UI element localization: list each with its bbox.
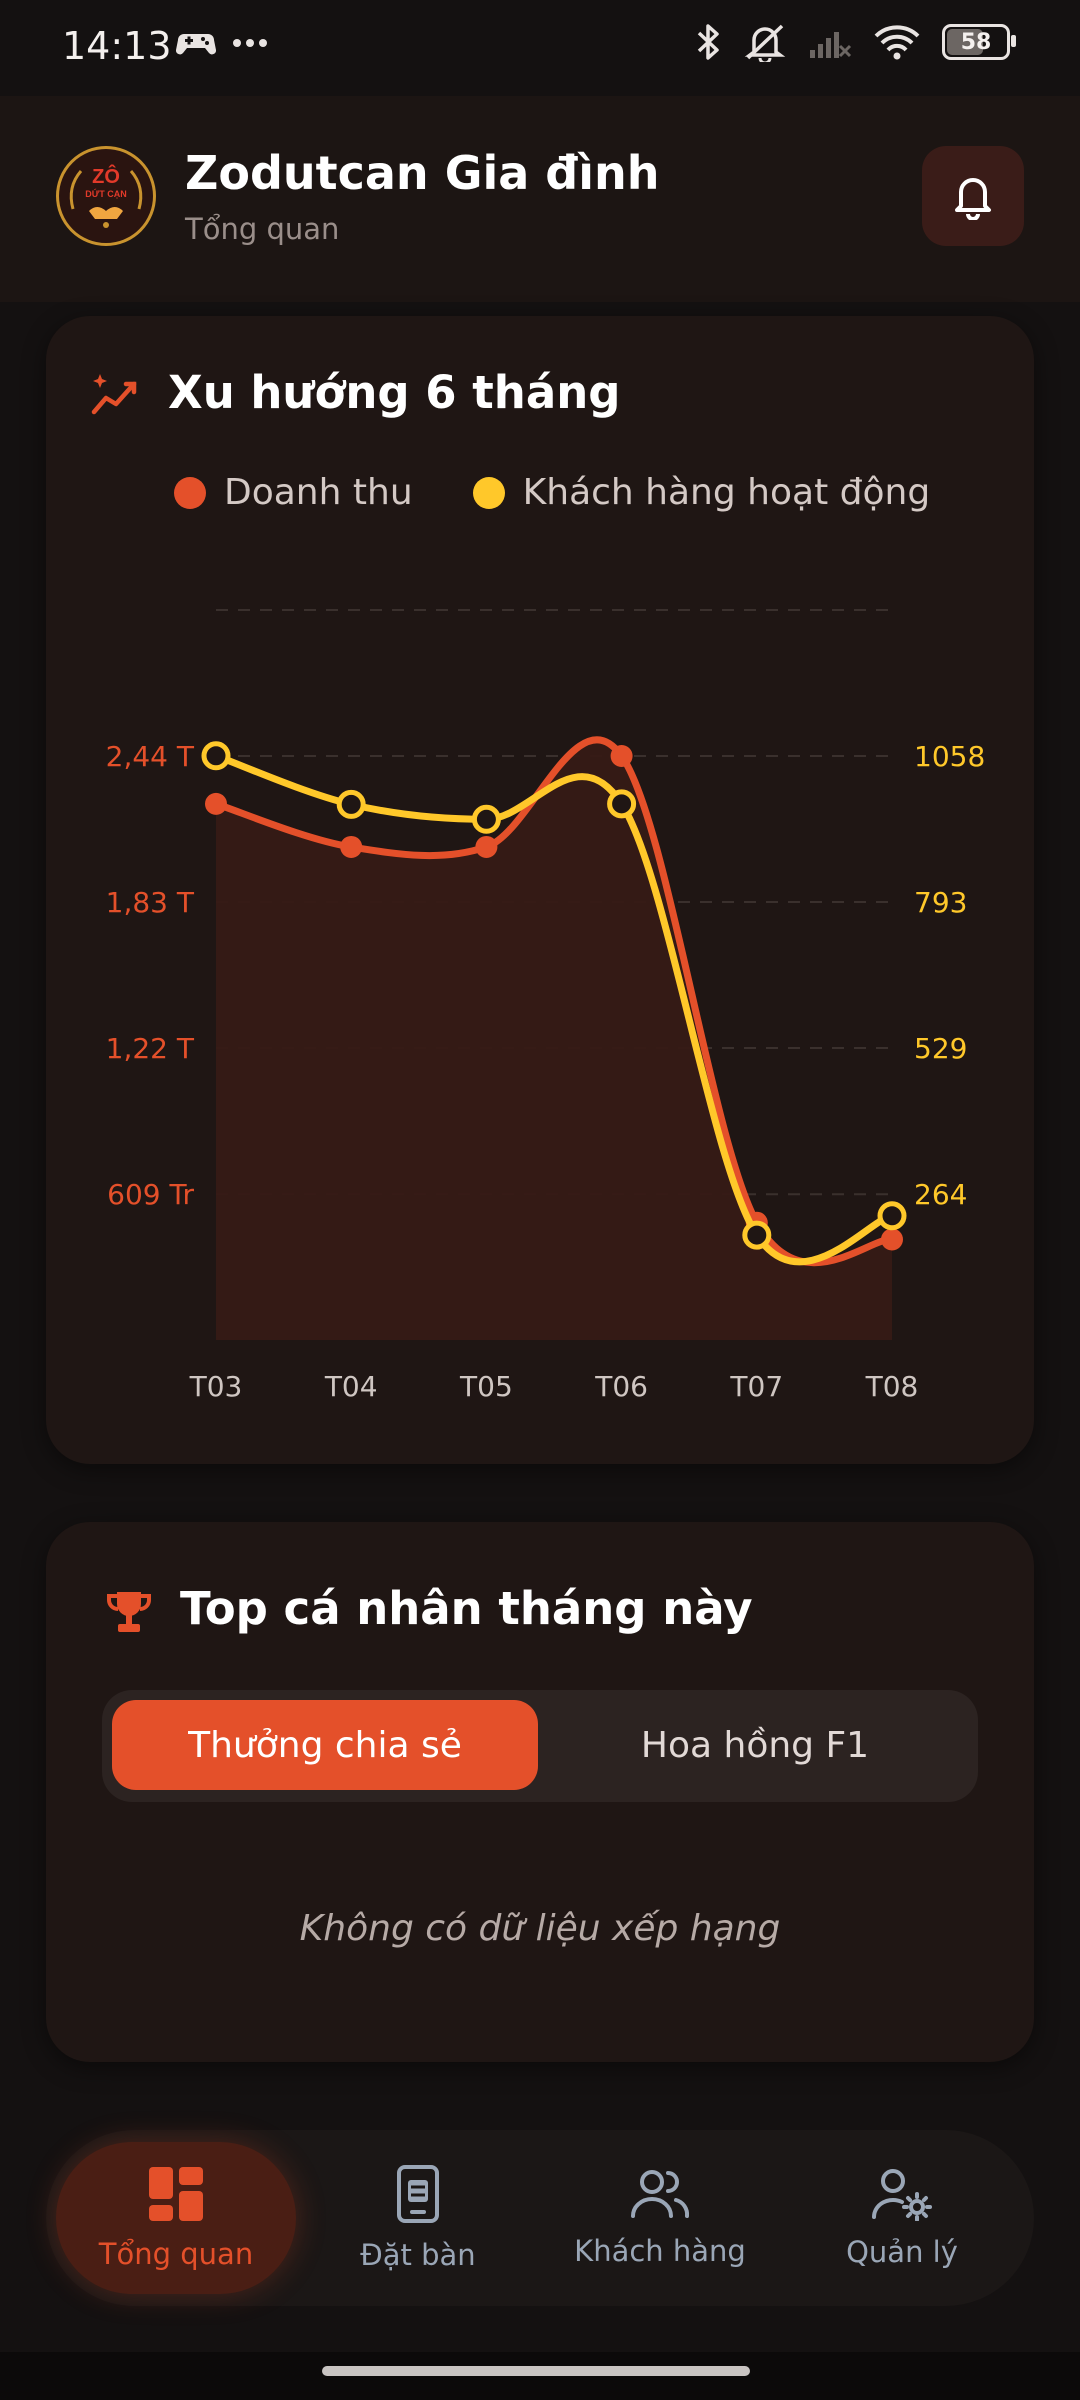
logo-text-top: ZÔ <box>92 164 120 188</box>
tab-share-bonus[interactable]: Thưởng chia sẻ <box>112 1700 538 1790</box>
wifi-icon <box>874 25 920 60</box>
active-customers-point <box>742 1220 772 1250</box>
system-nav-bar <box>0 2352 1080 2400</box>
active-customers-point <box>607 789 637 819</box>
revenue-area <box>216 739 892 1340</box>
notification-button[interactable] <box>922 146 1024 246</box>
nav-item-management[interactable]: Quản lý <box>782 2142 1022 2294</box>
status-time: 14:13 <box>62 24 172 68</box>
customers-icon <box>631 2170 690 2218</box>
trophy-icon <box>107 1592 151 1632</box>
revenue-point <box>610 745 633 767</box>
ranking-tab-switch: Thưởng chia sẻ Hoa hồng F1 <box>102 1690 978 1802</box>
battery-icon: 58 <box>942 24 1016 60</box>
y-right-tick-label: 529 <box>914 1032 967 1065</box>
home-indicator[interactable] <box>322 2366 750 2376</box>
nav-item-customers[interactable]: Khách hàng <box>540 2142 780 2294</box>
x-tick-label: T06 <box>594 1370 648 1403</box>
bluetooth-icon <box>697 24 719 60</box>
status-bar: 14:13 58 <box>0 0 1080 96</box>
active-customers-point <box>336 789 366 819</box>
x-tick-label: T03 <box>189 1370 243 1403</box>
active-customers-point <box>877 1201 907 1231</box>
nav-label-management: Quản lý <box>846 2235 958 2269</box>
empty-ranking-message: Không có dữ liệu xếp hạng <box>299 1908 781 1949</box>
trend-chart: 609 Tr 1,22 T 1,83 T 2,44 T 264 529 793 1058 T03… <box>106 609 985 1403</box>
table-booking-icon <box>397 2165 439 2223</box>
bottom-navigation: Tổng quan Đặt bàn Khách hàng Quản lý <box>46 2130 1034 2306</box>
user-settings-icon <box>871 2169 932 2221</box>
active-customers-point <box>201 741 231 771</box>
y-left-tick-label: 1,83 T <box>106 886 195 919</box>
revenue-point <box>340 835 363 858</box>
y-left-tick-label: 2,44 T <box>106 740 195 773</box>
nav-item-overview[interactable]: Tổng quan <box>56 2142 296 2294</box>
signal-icon <box>810 32 852 58</box>
y-left-tick-label: 609 Tr <box>107 1178 194 1211</box>
app-title: Zodutcan Gia đình <box>185 146 660 200</box>
x-tick-label: T05 <box>459 1370 513 1403</box>
more-dots-icon <box>233 39 267 47</box>
battery-level: 58 <box>960 29 992 55</box>
y-right-tick-label: 264 <box>914 1178 967 1211</box>
x-tick-label: T04 <box>324 1370 378 1403</box>
y-left-tick-label: 1,22 T <box>106 1032 195 1065</box>
x-tick-label: T07 <box>729 1370 783 1403</box>
active-customers-point <box>471 804 501 834</box>
bell-icon <box>955 178 991 220</box>
tab-f1-commission[interactable]: Hoa hồng F1 <box>542 1700 968 1790</box>
bell-muted-icon <box>744 24 786 62</box>
app-logo: ZÔ DỨT CẠN <box>56 146 156 246</box>
game-controller-icon <box>176 34 216 55</box>
nav-label-overview: Tổng quan <box>98 2237 254 2271</box>
app-header: ZÔ DỨT CẠN Zodutcan Gia đình Tổng quan <box>0 96 1080 302</box>
y-right-tick-label: 793 <box>914 886 967 919</box>
revenue-point <box>475 835 498 858</box>
top-individuals-card: Top cá nhân tháng này Thưởng chia sẻ Hoa… <box>46 1522 1034 2062</box>
logo-text-bottom: DỨT CẠN <box>85 188 126 199</box>
dashboard-icon <box>149 2167 203 2221</box>
nav-item-booking[interactable]: Đặt bàn <box>298 2142 538 2294</box>
top-card-title: Top cá nhân tháng này <box>180 1582 753 1635</box>
revenue-point <box>881 1228 903 1251</box>
nav-label-customers: Khách hàng <box>574 2234 746 2268</box>
revenue-point <box>205 792 227 815</box>
page-subtitle: Tổng quan <box>185 212 340 246</box>
nav-label-booking: Đặt bàn <box>360 2238 476 2272</box>
y-right-tick-label: 1058 <box>914 740 985 773</box>
x-tick-label: T08 <box>865 1370 919 1403</box>
trend-card: Xu hướng 6 tháng Doanh thu Khách hàng ho… <box>46 316 1034 1464</box>
